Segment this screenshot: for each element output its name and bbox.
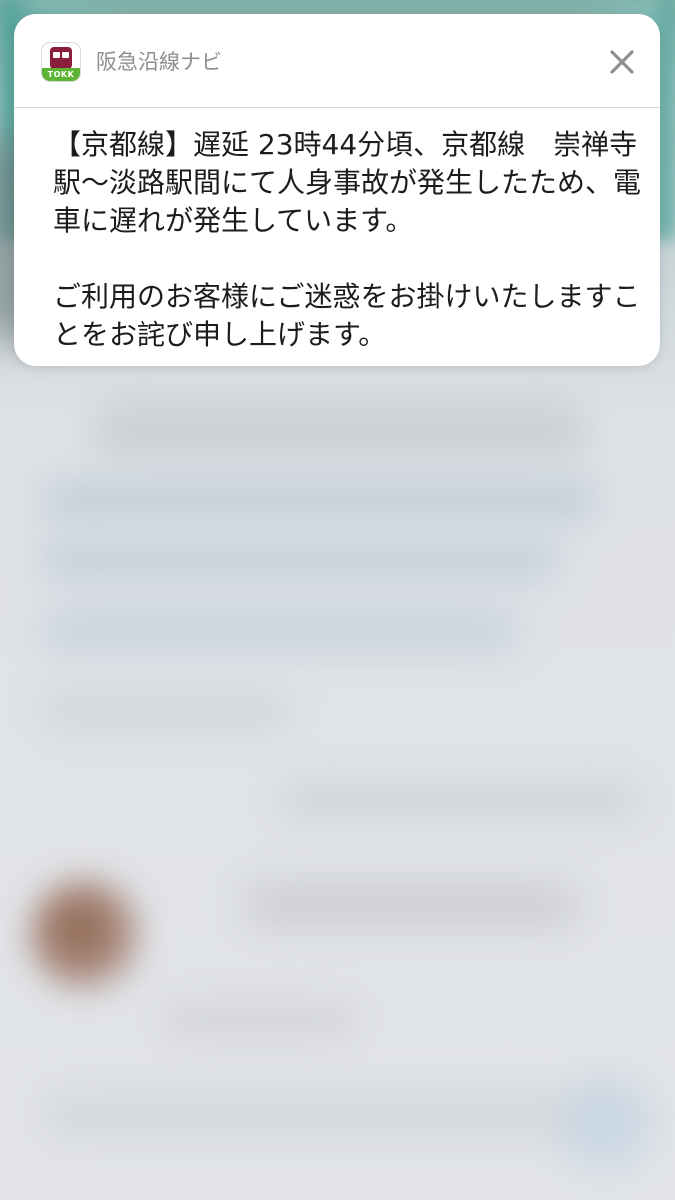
app-name: 阪急沿線ナビ	[96, 50, 222, 74]
notification-card[interactable]: TOKK 阪急沿線ナビ 【京都線】遅延 23時44分頃、京都線 崇禅寺駅〜淡路駅…	[14, 14, 660, 366]
notification-message: 【京都線】遅延 23時44分頃、京都線 崇禅寺駅〜淡路駅間にて人身事故が発生した…	[53, 126, 645, 354]
message-paragraph: ご利用のお客様にご迷惑をお掛けいたしますことをお詫び申し上げます。	[53, 280, 641, 351]
close-icon	[610, 50, 634, 74]
message-paragraph: 【京都線】遅延 23時44分頃、京都線 崇禅寺駅〜淡路駅間にて人身事故が発生した…	[53, 128, 642, 237]
hankyu-train-icon: TOKK	[41, 42, 81, 82]
train-icon	[50, 47, 72, 69]
close-button[interactable]	[602, 42, 642, 82]
notification-header: TOKK 阪急沿線ナビ	[14, 14, 660, 108]
app-icon-badge: TOKK	[42, 68, 80, 81]
